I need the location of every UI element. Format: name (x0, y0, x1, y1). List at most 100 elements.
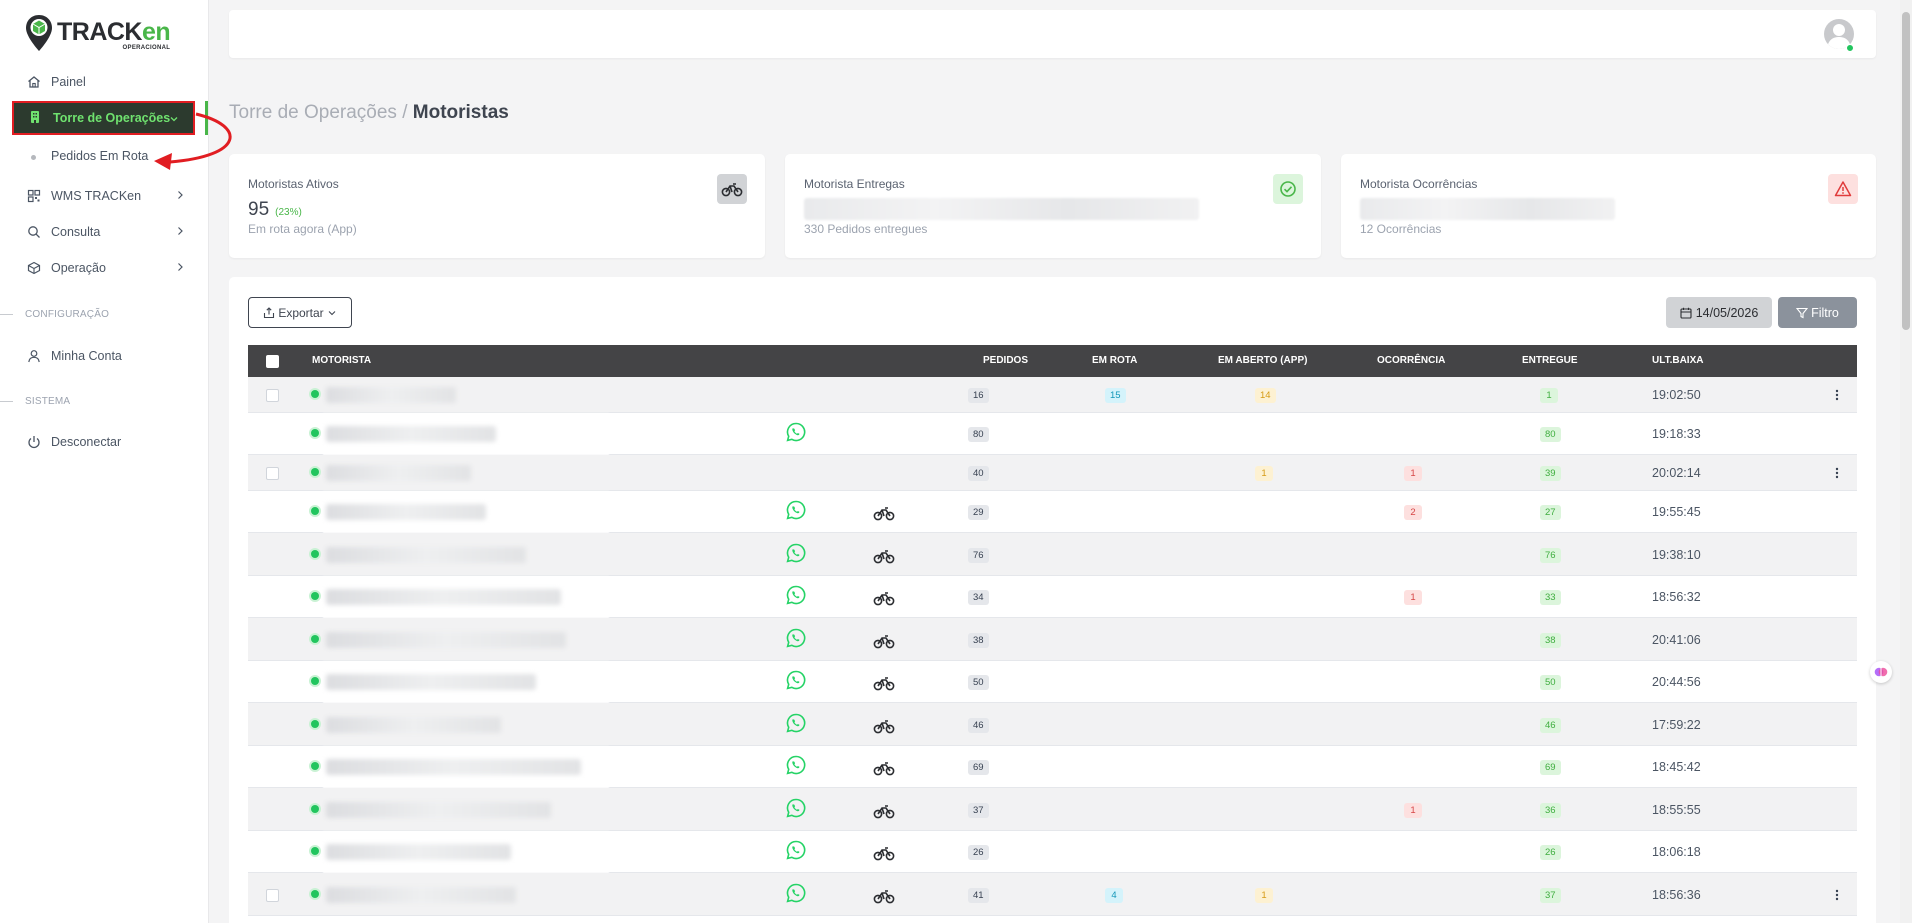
select-all-checkbox[interactable] (266, 355, 279, 368)
online-status-dot (311, 719, 319, 728)
table-row[interactable]: 40 1 1 39 20:02:14 (248, 455, 1857, 491)
search-icon (26, 224, 42, 240)
motorbike-icon (873, 675, 895, 691)
table-row[interactable]: 29 2 27 19:55:45 (248, 491, 1857, 533)
motorbike-icon (873, 548, 895, 564)
scrollbar-thumb[interactable] (1902, 12, 1910, 330)
page-scrollbar[interactable] (1900, 0, 1912, 923)
table-row[interactable]: 37 1 36 18:55:55 (248, 788, 1857, 831)
table-row[interactable]: 80 80 19:18:33 (248, 413, 1857, 455)
sidebar-item-pedidos-em-rota[interactable]: Pedidos Em Rota (51, 149, 148, 163)
sidebar-item-operacao[interactable]: Operação (26, 258, 186, 278)
export-icon (264, 306, 275, 318)
whatsapp-icon[interactable] (786, 755, 806, 775)
table-row[interactable]: 38 38 20:41:06 (248, 618, 1857, 661)
whatsapp-icon[interactable] (786, 543, 806, 563)
motorbike-icon (873, 845, 895, 861)
online-status-dot (311, 634, 319, 643)
motorbike-icon (717, 174, 747, 204)
whatsapp-icon[interactable] (786, 670, 806, 690)
motorbike-icon (873, 718, 895, 734)
table-row[interactable]: 46 46 17:59:22 (248, 703, 1857, 746)
row-menu-icon[interactable] (1835, 389, 1839, 401)
table-row[interactable]: 50 50 20:44:56 (248, 661, 1857, 703)
em-aberto-badge: 1 (1255, 466, 1273, 481)
col-header-motorista[interactable]: MOTORISTA (312, 355, 371, 366)
sidebar-item-label: Painel (51, 75, 86, 89)
sidebar-item-label: Desconectar (51, 435, 122, 449)
location-pin-icon (26, 15, 52, 51)
card-value-number: 95 (248, 199, 270, 220)
whatsapp-icon[interactable] (786, 422, 806, 442)
sidebar-item-minha-conta[interactable]: Minha Conta (26, 346, 186, 366)
card-percentage: (23%) (275, 207, 302, 218)
whatsapp-icon[interactable] (786, 628, 806, 648)
row-checkbox[interactable] (266, 888, 279, 902)
redacted-value (1360, 198, 1615, 220)
col-header-pedidos[interactable]: PEDIDOS (983, 355, 1028, 366)
row-checkbox[interactable] (266, 467, 279, 480)
whatsapp-icon[interactable] (786, 798, 806, 818)
row-checkbox[interactable] (266, 389, 279, 402)
driver-name-redacted (326, 844, 511, 860)
ocorrencia-badge: 2 (1404, 505, 1422, 520)
ult-baixa-time: 19:38:10 (1652, 547, 1701, 562)
whatsapp-icon[interactable] (786, 500, 806, 520)
chevron-down-icon (328, 310, 336, 315)
table-row[interactable]: 69 69 18:45:42 (248, 746, 1857, 788)
entregue-badge: 39 (1540, 466, 1561, 481)
ult-baixa-time: 20:44:56 (1652, 675, 1701, 689)
online-status-dot (1846, 44, 1854, 52)
date-picker-button[interactable]: 14/05/2026 (1666, 297, 1772, 328)
driver-name-redacted (326, 886, 516, 903)
table-row[interactable]: 76 76 19:38:10 (248, 533, 1857, 576)
sidebar-item-painel[interactable]: Painel (26, 72, 186, 92)
table-row[interactable]: 16 15 14 1 19:02:50 (248, 377, 1857, 413)
pedidos-badge: 40 (968, 466, 989, 481)
date-label: 14/05/2026 (1695, 305, 1759, 320)
assistant-fab[interactable] (1870, 661, 1892, 683)
row-menu-icon[interactable] (1835, 889, 1839, 901)
online-status-dot (311, 889, 319, 898)
filter-button[interactable]: Filtro (1778, 297, 1857, 328)
card-motoristas-ativos: Motoristas Ativos 95 (23%) Em rota agora … (229, 154, 765, 258)
entregue-badge: 80 (1540, 427, 1561, 442)
driver-name-redacted (326, 387, 456, 403)
card-subtitle: 330 Pedidos entregues (804, 222, 928, 236)
motorbike-icon (873, 760, 895, 776)
building-icon (28, 110, 44, 126)
sidebar-item-consulta[interactable]: Consulta (26, 222, 186, 242)
col-header-em-aberto[interactable]: EM ABERTO (APP) (1218, 355, 1307, 366)
card-title: Motorista Ocorrências (1360, 177, 1478, 191)
ult-baixa-time: 18:55:55 (1652, 802, 1701, 817)
redacted-value (804, 198, 1199, 220)
row-menu-icon[interactable] (1835, 467, 1839, 479)
breadcrumb-parent[interactable]: Torre de Operações (229, 102, 397, 123)
sidebar-item-wms[interactable]: WMS TRACKen (26, 186, 186, 206)
bullet-icon (31, 155, 36, 160)
entregue-badge: 46 (1540, 717, 1561, 733)
export-button[interactable]: Exportar (248, 297, 352, 328)
table-row[interactable]: 26 26 18:06:18 (248, 831, 1857, 873)
entregue-badge: 69 (1540, 760, 1561, 775)
box-icon (26, 260, 42, 276)
col-header-em-rota[interactable]: EM ROTA (1092, 355, 1137, 366)
col-header-ocorrencia[interactable]: OCORRÊNCIA (1377, 355, 1445, 366)
online-status-dot (311, 762, 319, 770)
whatsapp-icon[interactable] (786, 883, 806, 903)
whatsapp-icon[interactable] (786, 713, 806, 733)
logo[interactable]: TRACKen OPERACIONAL (25, 14, 171, 52)
col-header-ult-baixa[interactable]: ULT.BAIXA (1652, 355, 1703, 366)
driver-name-redacted (326, 674, 536, 690)
table-row[interactable]: 34 1 33 18:56:32 (248, 576, 1857, 618)
whatsapp-icon[interactable] (786, 585, 806, 605)
pedidos-badge: 37 (968, 802, 989, 818)
whatsapp-icon[interactable] (786, 840, 806, 860)
sidebar-item-desconectar[interactable]: Desconectar (26, 432, 186, 452)
em-aberto-badge: 1 (1255, 887, 1273, 903)
col-header-entregue[interactable]: ENTREGUE (1522, 355, 1578, 366)
sidebar-item-torre-de-operacoes[interactable]: Torre de Operações (12, 101, 195, 135)
table-row[interactable]: 41 4 1 37 18:56:36 (248, 873, 1857, 916)
top-bar (229, 10, 1876, 58)
driver-name-redacted (326, 465, 471, 481)
